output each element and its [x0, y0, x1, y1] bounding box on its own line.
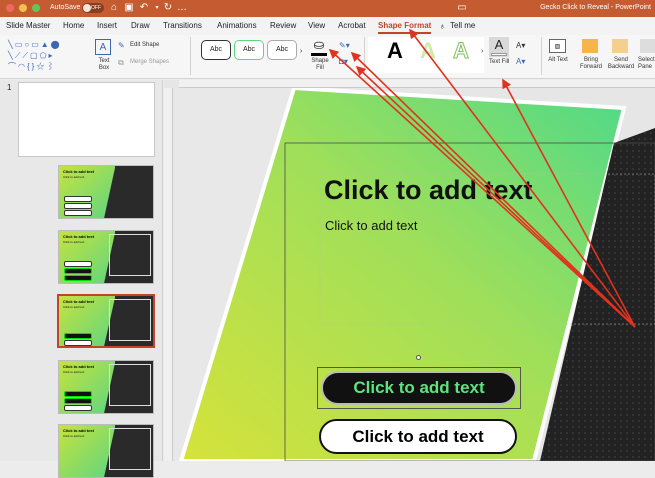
document-icon: ▭	[457, 2, 467, 13]
tab-view[interactable]: View	[308, 21, 325, 30]
layout-thumbnail-4[interactable]: Click to add text Click to add text	[58, 360, 154, 414]
thumb-subtitle: Click to add text	[63, 305, 85, 309]
wordart-style-1[interactable]: A	[384, 38, 406, 64]
save-icon[interactable]: ▣	[123, 2, 135, 14]
wordart-style-3[interactable]: A	[450, 38, 472, 64]
merge-shapes-icon[interactable]: ⧉	[118, 58, 124, 68]
tab-home[interactable]: Home	[63, 21, 84, 30]
minimize-window-button[interactable]	[19, 4, 27, 12]
send-backward-button[interactable]: Send Backward	[606, 57, 636, 71]
shape-style-2[interactable]: Abc	[234, 40, 264, 60]
thumb-title: Click to add text	[63, 234, 94, 239]
text-fill-button[interactable]: Text Fill	[489, 59, 509, 65]
tab-draw[interactable]: Draw	[131, 21, 150, 30]
thumb-subtitle: Click to add text	[63, 370, 85, 374]
active-tab-indicator	[378, 32, 431, 34]
more-icon[interactable]: …	[176, 2, 188, 14]
thumb-title: Click to add text	[63, 299, 94, 304]
alt-text-button[interactable]: Alt Text	[546, 57, 570, 64]
chevron-right-icon[interactable]: ›	[300, 48, 302, 55]
thumb-subtitle: Click to add text	[63, 240, 85, 244]
chevron-right-icon[interactable]: ›	[481, 48, 483, 55]
horizontal-ruler	[179, 80, 655, 88]
ribbon-divider	[541, 37, 542, 75]
alt-text-icon[interactable]: ▨	[549, 39, 566, 53]
selection-pane-icon[interactable]	[640, 39, 655, 53]
slide-number: 1	[7, 83, 12, 92]
tab-animations[interactable]: Animations	[217, 21, 257, 30]
shape-style-1[interactable]: Abc	[201, 40, 231, 60]
layout-thumbnail-5[interactable]: Click to add text Click to add text	[58, 424, 154, 478]
thumb-title: Click to add text	[63, 364, 94, 369]
text-box-label[interactable]: Text Box	[93, 58, 115, 72]
tab-review[interactable]: Review	[270, 21, 296, 30]
rotate-handle[interactable]	[416, 355, 421, 360]
layout-thumbnail-2[interactable]: Click to add text Click to add text	[58, 230, 154, 284]
thumb-subtitle: Click to add text	[63, 175, 85, 179]
text-effects-icon[interactable]: A▾	[516, 57, 525, 66]
selection-pane-button[interactable]: Selection Pane	[638, 57, 655, 71]
selection-box	[317, 367, 521, 409]
title-bar: AutoSave OFF ⌂ ▣ ↶ ▾ ↻ … ▭ Gecko Click t…	[0, 0, 655, 17]
slide-thumbnail-panel[interactable]: 1 Click to add text Click to add text Cli…	[0, 80, 163, 478]
autosave-toggle[interactable]: OFF	[82, 3, 104, 13]
document-title: Gecko Click to Reveal - PowerPoint	[540, 4, 651, 11]
text-fill-swatch	[491, 53, 507, 56]
edit-shape-button[interactable]: Edit Shape	[130, 42, 159, 48]
tab-slide-master[interactable]: Slide Master	[6, 21, 50, 30]
vertical-ruler	[164, 88, 173, 461]
light-reveal-button[interactable]: Click to add text	[319, 419, 517, 454]
master-slide-thumbnail[interactable]	[18, 82, 155, 157]
tab-transitions[interactable]: Transitions	[163, 21, 202, 30]
lightbulb-icon: ♁	[439, 21, 446, 31]
autosave-state: OFF	[91, 5, 101, 11]
paint-bucket-icon[interactable]: ⛀	[311, 37, 327, 53]
tab-tell-me[interactable]: Tell me	[450, 21, 475, 30]
send-backward-icon[interactable]	[612, 39, 628, 53]
home-icon[interactable]: ⌂	[108, 2, 120, 14]
tab-acrobat[interactable]: Acrobat	[338, 21, 366, 30]
redo-icon[interactable]: ↻	[162, 2, 174, 14]
thumb-title: Click to add text	[63, 428, 94, 433]
tab-shape-format[interactable]: Shape Format	[378, 21, 431, 30]
autosave-label: AutoSave	[50, 4, 81, 11]
thumb-title: Click to add text	[63, 169, 94, 174]
fill-color-swatch	[311, 53, 327, 56]
tab-insert[interactable]: Insert	[97, 21, 117, 30]
thumb-subtitle: Click to add text	[63, 434, 85, 438]
ribbon-tabs: Slide Master Home Insert Draw Transition…	[0, 17, 655, 35]
shape-style-3[interactable]: Abc	[267, 40, 297, 60]
shapes-gallery[interactable]: ╲▭○▭▲⬤ ╲⟋⟋▢⬠▸ ⌒◠{}☆⌇	[8, 39, 88, 73]
bring-forward-icon[interactable]	[582, 39, 598, 53]
shape-effects-icon[interactable]: ◘▾	[339, 57, 348, 66]
layout-thumbnail-3-selected[interactable]: Click to add text Click to add text	[57, 294, 155, 348]
edit-shape-icon[interactable]: ✎	[118, 41, 125, 50]
slide-subtitle-placeholder[interactable]: Click to add text	[325, 218, 418, 233]
zoom-window-button[interactable]	[32, 4, 40, 12]
bring-forward-button[interactable]: Bring Forward	[578, 57, 604, 71]
text-outline-icon[interactable]: A▾	[516, 41, 525, 50]
shape-fill-button[interactable]: Shape Fill	[309, 58, 331, 72]
wordart-style-2[interactable]: A	[417, 38, 439, 64]
shape-outline-icon[interactable]: ✎▾	[339, 41, 350, 50]
ribbon: ╲▭○▭▲⬤ ╲⟋⟋▢⬠▸ ⌒◠{}☆⌇ A Text Box ✎ Edit Sha…	[0, 35, 655, 79]
text-box-icon[interactable]: A	[95, 39, 111, 55]
ribbon-divider	[364, 37, 365, 75]
close-window-button[interactable]	[6, 4, 14, 12]
ribbon-divider	[190, 37, 191, 75]
merge-shapes-button[interactable]: Merge Shapes	[130, 59, 169, 65]
undo-icon[interactable]: ↶	[138, 2, 150, 14]
layout-thumbnail-1[interactable]: Click to add text Click to add text	[58, 165, 154, 219]
slide-title-placeholder[interactable]: Click to add text	[324, 175, 533, 206]
